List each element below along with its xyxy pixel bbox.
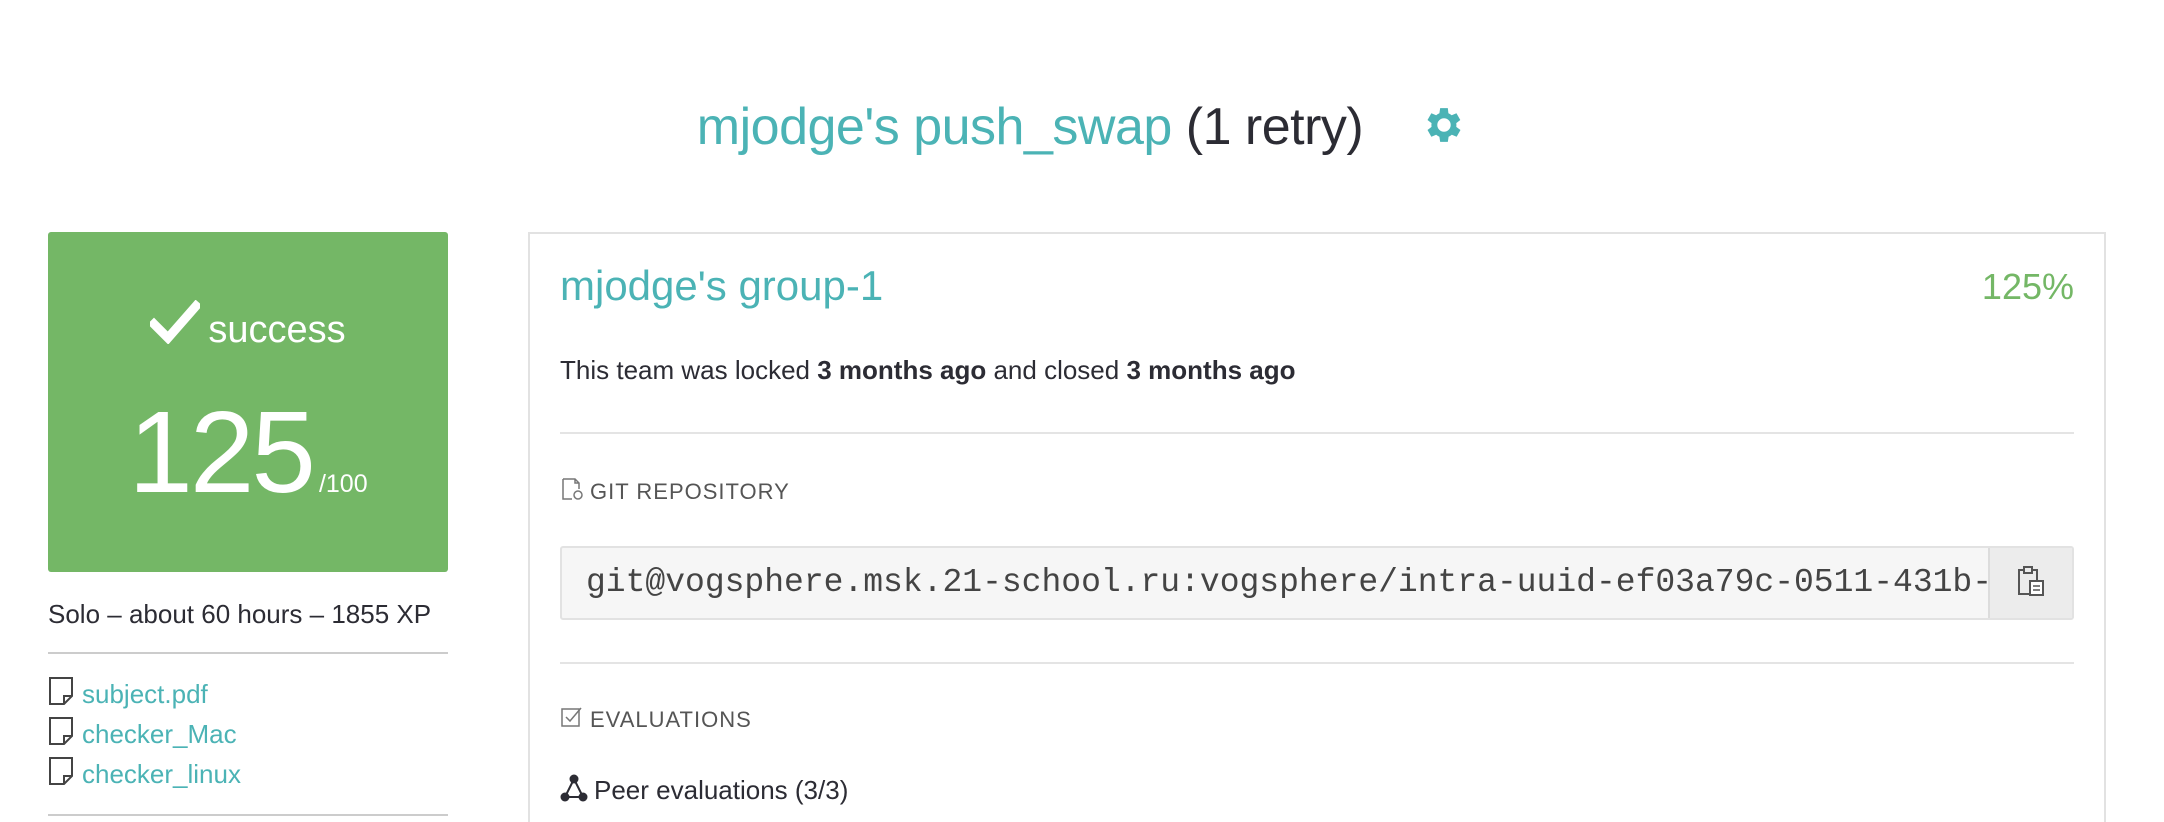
document-icon bbox=[48, 716, 74, 746]
file-label: checker_linux bbox=[82, 759, 241, 789]
score: 125/100 bbox=[48, 382, 448, 554]
closed-time: 3 months ago bbox=[1126, 355, 1296, 385]
status-line: success bbox=[48, 299, 448, 355]
peer-evaluations: Peer evaluations (3/3) bbox=[560, 770, 848, 810]
retry-count: (1 retry) bbox=[1185, 98, 1364, 156]
checkbox-icon bbox=[560, 705, 584, 729]
evaluations-title: EVALUATIONS bbox=[590, 707, 752, 732]
project-page: mjodge's push_swap (1 retry) success 125… bbox=[0, 0, 2164, 822]
evaluations-heading: EVALUATIONS bbox=[560, 704, 752, 736]
locked-time: 3 months ago bbox=[817, 355, 987, 385]
file-sync-icon bbox=[560, 477, 584, 501]
copy-button[interactable] bbox=[1988, 548, 2072, 618]
score-value: 125 bbox=[128, 387, 316, 517]
project-meta: Solo – about 60 hours – 1855 XP bbox=[48, 599, 432, 629]
document-icon bbox=[48, 676, 74, 706]
git-repository-title: GIT REPOSITORY bbox=[590, 479, 790, 504]
file-link-subject[interactable]: subject.pdf bbox=[48, 674, 448, 714]
network-icon bbox=[560, 773, 588, 803]
document-icon bbox=[48, 756, 74, 786]
checkmark-icon bbox=[147, 299, 203, 345]
file-label: checker_Mac bbox=[82, 719, 237, 749]
peer-evaluations-label: Peer evaluations (3/3) bbox=[594, 775, 849, 805]
status-card: success 125/100 bbox=[48, 232, 448, 572]
project-header: mjodge's push_swap (1 retry) bbox=[0, 92, 2164, 162]
lock-mid: and closed bbox=[993, 355, 1120, 385]
file-label: subject.pdf bbox=[82, 679, 208, 709]
status-label: success bbox=[208, 309, 346, 351]
team-name-link[interactable]: mjodge's group-1 bbox=[560, 256, 883, 316]
lock-prefix: This team was locked bbox=[560, 355, 810, 385]
team-final-mark: 125% bbox=[1981, 266, 2074, 307]
git-repository-box bbox=[560, 546, 2074, 620]
file-link-checker-mac[interactable]: checker_Mac bbox=[48, 714, 448, 754]
divider bbox=[560, 432, 2074, 434]
file-link-checker-linux[interactable]: checker_linux bbox=[48, 754, 448, 794]
attachments-list: subject.pdf checker_Mac checker_linux bbox=[48, 674, 448, 794]
team-lock-status: This team was locked 3 months ago and cl… bbox=[560, 350, 1295, 390]
gear-icon[interactable] bbox=[1421, 96, 1467, 142]
git-repository-heading: GIT REPOSITORY bbox=[560, 476, 790, 508]
clipboard-icon bbox=[2014, 564, 2048, 603]
divider bbox=[48, 814, 448, 816]
team-panel: mjodge's group-1 125% This team was lock… bbox=[528, 232, 2106, 822]
git-url-field[interactable] bbox=[586, 548, 2006, 618]
divider bbox=[560, 662, 2074, 664]
project-title-link[interactable]: mjodge's push_swap bbox=[697, 98, 1173, 156]
divider bbox=[48, 652, 448, 654]
score-max: /100 bbox=[318, 470, 368, 498]
